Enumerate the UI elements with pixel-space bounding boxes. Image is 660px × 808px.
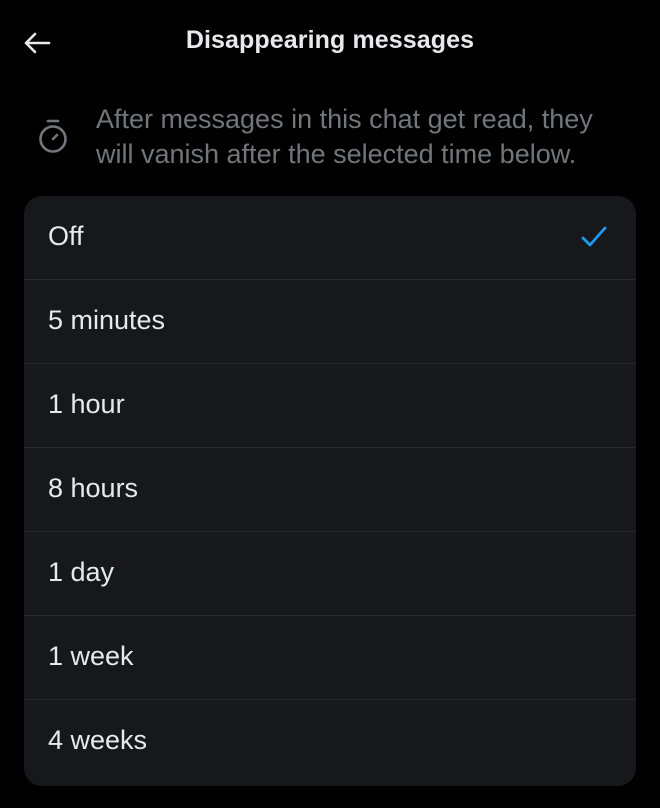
timer-icon [39, 119, 67, 153]
option-off[interactable]: Off [24, 196, 636, 280]
option-label: 1 week [48, 641, 134, 671]
duration-options-list: Off 5 minutes 1 hour 8 hours 1 day 1 wee… [24, 196, 636, 786]
option-label: Off [48, 221, 84, 251]
option-5-minutes[interactable]: 5 minutes [24, 280, 636, 364]
option-1-day[interactable]: 1 day [24, 532, 636, 616]
option-label: 5 minutes [48, 305, 166, 335]
option-label: 1 day [48, 557, 115, 587]
header: Disappearing messages [0, 0, 660, 86]
option-1-hour[interactable]: 1 hour [24, 364, 636, 448]
option-label: 1 hour [48, 389, 125, 419]
info-line-2: will vanish after the selected time belo… [96, 139, 577, 169]
option-1-week[interactable]: 1 week [24, 616, 636, 700]
info-description: After messages in this chat get read, th… [96, 102, 641, 172]
option-8-hours[interactable]: 8 hours [24, 448, 636, 532]
info-section: After messages in this chat get read, th… [0, 100, 660, 180]
option-4-weeks[interactable]: 4 weeks [24, 700, 636, 784]
page-title: Disappearing messages [185, 26, 475, 54]
option-label: 8 hours [48, 473, 139, 503]
info-line-1: After messages in this chat get read, th… [96, 104, 593, 134]
checkmark-icon [581, 226, 607, 247]
option-label: 4 weeks [48, 725, 148, 755]
